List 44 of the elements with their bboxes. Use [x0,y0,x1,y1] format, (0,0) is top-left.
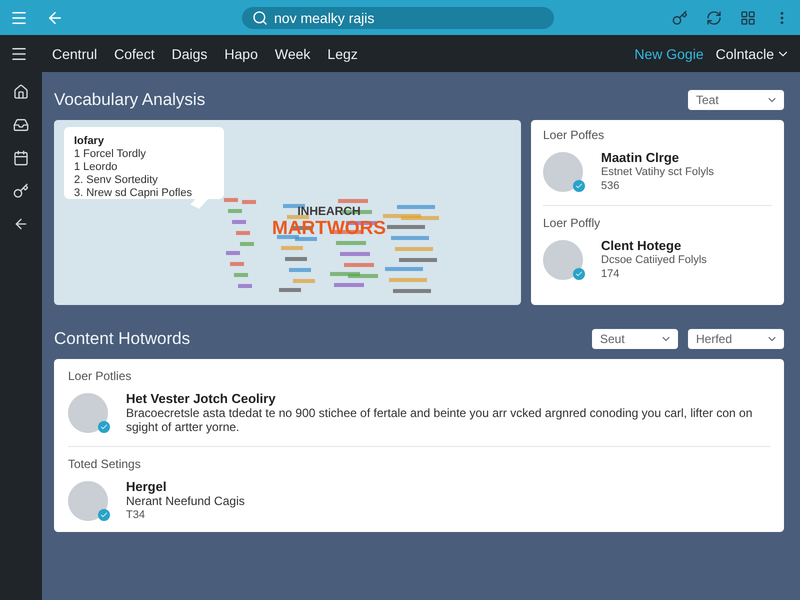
filter-select[interactable]: Seut [592,329,678,349]
entry-text: Bracoecretsle asta tdedat te no 900 stichee of fertale and beinte you arr vcked argnred conoding you carl, lifter con on sgight of artter yorne. [126,406,754,434]
nav-item[interactable]: Centrul [52,46,98,62]
back-icon[interactable] [13,216,29,232]
section-label: Loer Potlies [68,369,132,383]
profile-detail: Dcsoe Catiiyed Folyls [601,253,707,267]
entry-title: Hergel [126,479,168,494]
bubble-item: 1 Leordo [74,161,118,174]
search-icon [252,10,268,26]
profile-detail: Estnet Vatihy sct Folyls [601,165,714,179]
profile-name: Clent Hotege [601,238,682,253]
nav-link[interactable]: New Gogie [634,46,704,62]
nav-item[interactable]: Hapo [224,46,258,62]
entry-title: Het Vester Jotch Ceoliry [126,391,277,406]
refresh-icon[interactable] [706,10,722,26]
section-label: Toted Setings [68,457,142,471]
section-label: Loer Poffly [543,216,602,230]
bubble-item: 1 Forcel Tordly [74,148,147,161]
filter-select[interactable]: Herfed [688,329,784,349]
section-title: Content Hotwords [54,329,190,349]
cloud-subtitle: INHEARCH [297,204,361,218]
bubble-item: 2. Senv Sortedity [74,174,159,187]
nav-item[interactable]: Cofect [114,46,155,62]
grid-icon[interactable] [740,10,756,26]
bubble-item: 3. Nrew sd Capni Pofles [74,187,193,200]
nav-item[interactable]: Legz [327,46,358,62]
bubble-title: Iofary [74,135,105,148]
entry-text: Nerant Neefund Cagis [126,494,245,508]
calendar-icon[interactable] [13,150,29,166]
profile-name: Maatin Clrge [601,150,680,165]
nav-item[interactable]: Week [274,46,310,62]
section-label: Loer Poffes [543,128,606,142]
profile-meta: 536 [601,179,620,193]
cloud-headline: MARTWORS [272,218,386,240]
profile-meta: 174 [601,267,620,281]
key-icon[interactable] [13,183,29,199]
filter-select[interactable]: Teat [688,90,784,110]
search-field[interactable]: nov mealky rajis [242,6,554,28]
home-icon[interactable] [13,84,29,100]
section-title: Vocabulary Analysis [54,90,206,110]
account-menu[interactable]: Colntacle [716,46,790,62]
inbox-icon[interactable] [13,117,29,133]
nav-item[interactable]: Daigs [172,46,208,62]
entry-meta: T34 [126,508,146,522]
